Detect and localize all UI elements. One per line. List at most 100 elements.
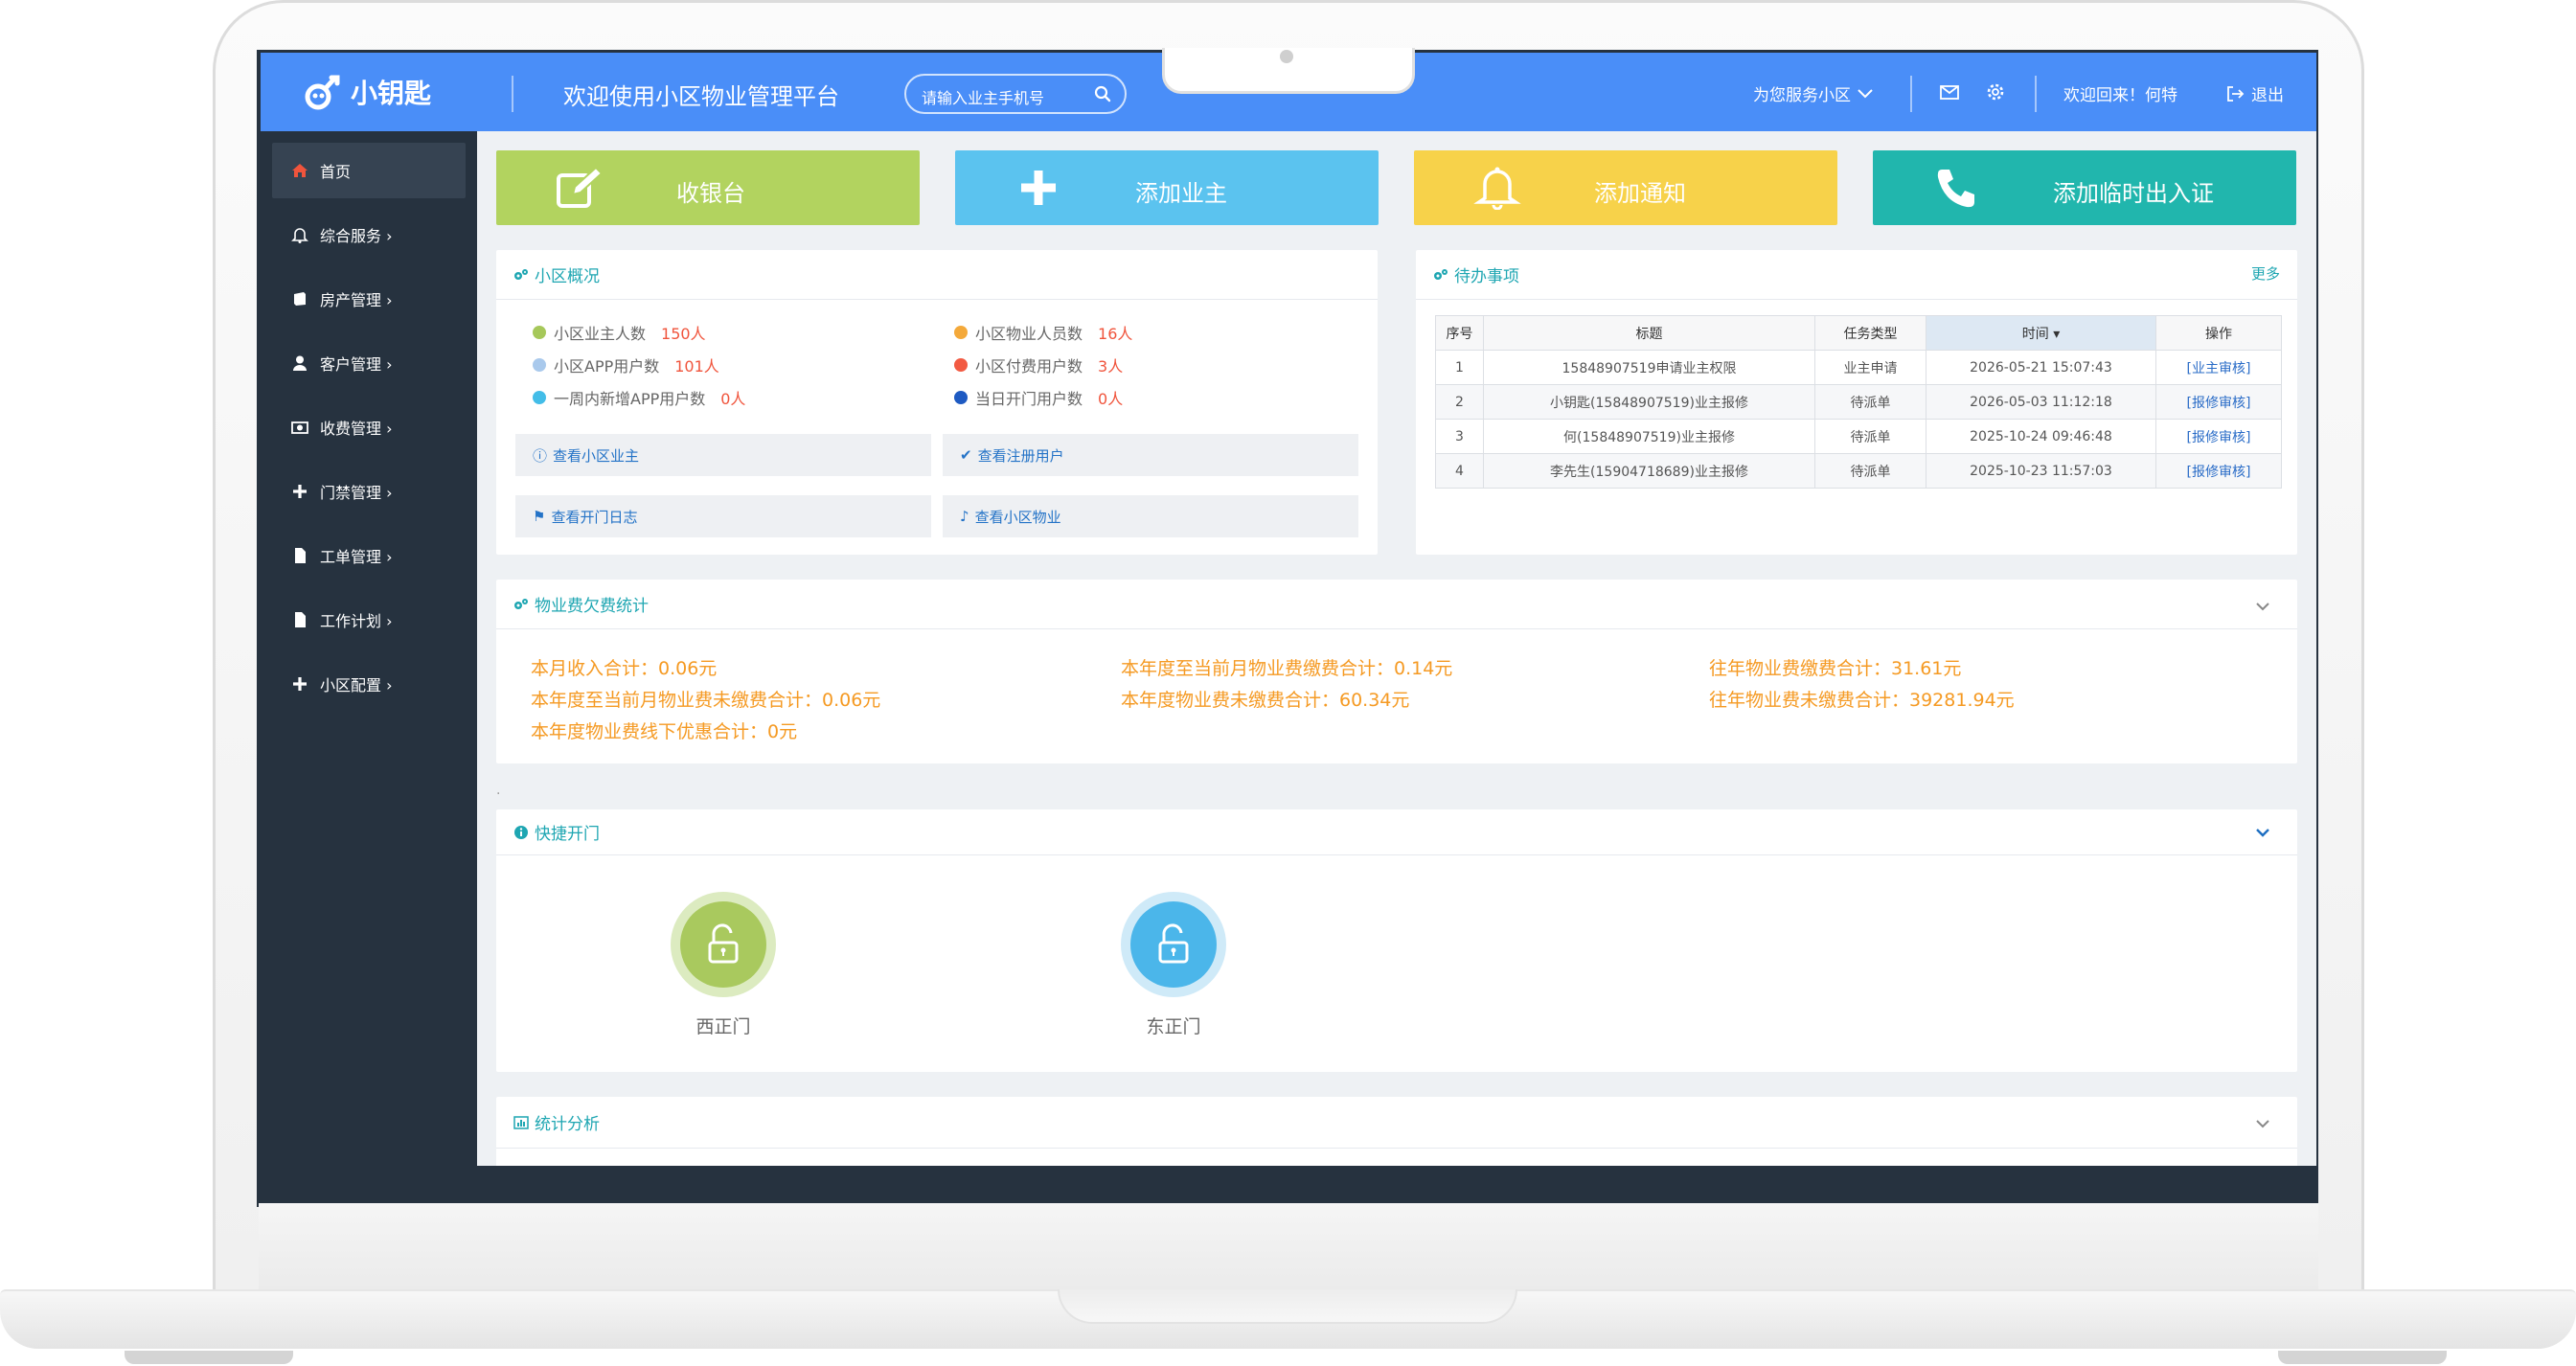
stat-label: 小区物业人员数 xyxy=(975,325,1083,343)
key-logo-icon xyxy=(305,75,340,110)
search-input[interactable]: 请输入业主手机号 xyxy=(904,74,1127,114)
cell: 小钥匙(15848907519)业主报修 xyxy=(1483,384,1815,420)
view-owners-button[interactable]: ⓘ 查看小区业主 xyxy=(515,434,931,476)
gears-icon xyxy=(514,598,528,609)
sidebar-item-label: 门禁管理 › xyxy=(320,484,393,502)
action-link[interactable]: [业主审核] xyxy=(2187,361,2251,376)
divider xyxy=(512,76,513,112)
table-row: 1 15848907519申请业主权限 业主申请 2026-05-21 15:07:4… xyxy=(1435,350,2282,385)
chevron-down-icon[interactable] xyxy=(2255,825,2270,840)
chevron-down-icon[interactable] xyxy=(2255,1116,2270,1131)
view-property-staff-button[interactable]: ♪ 查看小区物业 xyxy=(943,495,1358,537)
stat-label: 当日开门用户数 xyxy=(975,390,1083,408)
link-label: 查看小区物业 xyxy=(974,508,1061,526)
add-owner-button[interactable]: 添加业主 xyxy=(955,150,1379,225)
door-label: 西正门 xyxy=(695,1016,751,1037)
book-icon xyxy=(294,292,306,306)
brand-logo[interactable]: 小钥匙 xyxy=(303,70,431,114)
add-temp-pass-label: 添加临时出入证 xyxy=(2053,180,2214,207)
stat-label: 小区付费用户数 xyxy=(975,357,1083,376)
stats-title: 统计分析 xyxy=(535,1115,600,1134)
info-icon: ⓘ xyxy=(533,446,548,465)
cashier-label: 收银台 xyxy=(676,180,745,207)
bell-icon: ♪ xyxy=(960,508,969,525)
unlock-icon xyxy=(708,923,739,964)
stat-label: 小区APP用户数 xyxy=(554,357,660,376)
fee-header: 物业费欠费统计 xyxy=(496,580,2297,629)
stray-dot: . xyxy=(496,783,501,798)
sidebar-item-home[interactable]: 首页 xyxy=(272,143,466,198)
action-link[interactable]: [报修审核] xyxy=(2187,396,2251,411)
community-select[interactable]: 为您服务小区 xyxy=(1753,81,1874,105)
sidebar-item-customers[interactable]: 客户管理 › xyxy=(272,335,466,391)
door-ring xyxy=(671,892,776,997)
mail-icon[interactable] xyxy=(1939,81,1960,102)
stat-door-users: 当日开门用户数 0人 xyxy=(954,386,1123,409)
chevron-down-icon[interactable] xyxy=(2255,599,2270,614)
chevron-down-icon xyxy=(1858,88,1873,98)
action-link[interactable]: [报修审核] xyxy=(2187,465,2251,480)
sidebar-item-property[interactable]: 房产管理 › xyxy=(272,271,466,327)
table-header-row: 序号 标题 任务类型 时间 ▾ 操作 xyxy=(1435,315,2282,351)
overview-header: 小区概况 xyxy=(496,250,1378,300)
view-registered-users-button[interactable]: ✔ 查看注册用户 xyxy=(943,434,1358,476)
search-icon[interactable] xyxy=(1094,85,1111,102)
edit-icon xyxy=(557,166,604,208)
quick-open-title: 快捷开门 xyxy=(535,825,600,844)
door-east[interactable]: 东正门 xyxy=(1121,892,1226,1038)
cashier-button[interactable]: 收银台 xyxy=(496,150,920,225)
plus-icon xyxy=(1021,171,1056,205)
cell: 2025-10-23 11:57:03 xyxy=(1926,453,2156,489)
stat-value: 16人 xyxy=(1098,325,1133,343)
sidebar-item-label: 首页 xyxy=(320,163,352,181)
dot-icon xyxy=(954,391,968,404)
cell: 待派单 xyxy=(1814,384,1926,420)
sidebar-item-access[interactable]: 门禁管理 › xyxy=(272,464,466,519)
dot-icon xyxy=(954,358,968,372)
add-temp-pass-button[interactable]: 添加临时出入证 xyxy=(1873,150,2296,225)
fee-stat: 本年度物业费线下优惠合计：0元 xyxy=(531,721,798,742)
door-west[interactable]: 西正门 xyxy=(671,892,776,1038)
search-placeholder: 请输入业主手机号 xyxy=(922,89,1045,107)
door-label: 东正门 xyxy=(1146,1016,1201,1037)
user-icon xyxy=(293,355,307,371)
sidebar-item-services[interactable]: 综合服务 › xyxy=(272,207,466,262)
app-screen: 小钥匙 欢迎使用小区物业管理平台 请输入业主手机号 为您服务小区 欢迎回来！何特… xyxy=(261,53,2316,1186)
cell: 1 xyxy=(1435,350,1484,385)
link-label: 查看注册用户 xyxy=(977,446,1064,465)
laptop-frame: 小钥匙 欢迎使用小区物业管理平台 请输入业主手机号 为您服务小区 欢迎回来！何特… xyxy=(0,0,2576,1366)
camera-icon xyxy=(1280,50,1293,63)
sidebar-item-workorders[interactable]: 工单管理 › xyxy=(272,528,466,583)
logout-button[interactable]: 退出 xyxy=(2224,81,2284,105)
cell: 李先生(15904718689)业主报修 xyxy=(1483,453,1815,489)
sidebar-item-billing[interactable]: 收费管理 › xyxy=(272,399,466,455)
welcome-user[interactable]: 欢迎回来！何特 xyxy=(2063,81,2177,105)
stat-staff: 小区物业人员数 16人 xyxy=(954,321,1132,344)
fee-stat: 往年物业费未缴费合计：39281.94元 xyxy=(1709,690,2015,711)
view-door-log-button[interactable]: ⚑ 查看开门日志 xyxy=(515,495,931,537)
add-notice-button[interactable]: 添加通知 xyxy=(1414,150,1837,225)
column-header-time-sort[interactable]: 时间 ▾ xyxy=(1926,315,2156,351)
gear-icon[interactable] xyxy=(1985,81,2006,102)
check-icon: ✔ xyxy=(960,446,972,464)
cell: 待派单 xyxy=(1814,419,1926,454)
platform-title: 欢迎使用小区物业管理平台 xyxy=(563,83,839,110)
logout-label: 退出 xyxy=(2251,86,2284,105)
dot-icon xyxy=(954,326,968,339)
todo-panel: 待办事项 更多 序号 标题 任务类型 时间 ▾ 操作 1 15848907519申… xyxy=(1416,250,2297,555)
add-notice-label: 添加通知 xyxy=(1594,180,1686,207)
stat-value: 0人 xyxy=(720,390,746,408)
info-icon xyxy=(514,825,528,839)
link-label: 查看开门日志 xyxy=(551,508,638,526)
laptop-foot xyxy=(2278,1351,2447,1364)
sidebar-item-config[interactable]: 小区配置 › xyxy=(272,656,466,712)
more-link[interactable]: 更多 xyxy=(2251,263,2280,284)
sidebar-item-label: 客户管理 › xyxy=(320,355,393,374)
screen-bottom-strip xyxy=(477,1166,2316,1186)
stat-owners: 小区业主人数 150人 xyxy=(533,321,706,344)
main-content: 收银台 添加业主 添加通知 添加临时出入证 小区概况 小区业主人数 150人 小… xyxy=(477,131,2316,1186)
fee-stat: 本年度物业费未缴费合计：60.34元 xyxy=(1121,690,1410,711)
action-link[interactable]: [报修审核] xyxy=(2187,430,2251,445)
sidebar-item-plans[interactable]: 工作计划 › xyxy=(272,592,466,648)
overview-panel: 小区概况 小区业主人数 150人 小区物业人员数 16人 小区APP用户数 101人 … xyxy=(496,250,1378,555)
